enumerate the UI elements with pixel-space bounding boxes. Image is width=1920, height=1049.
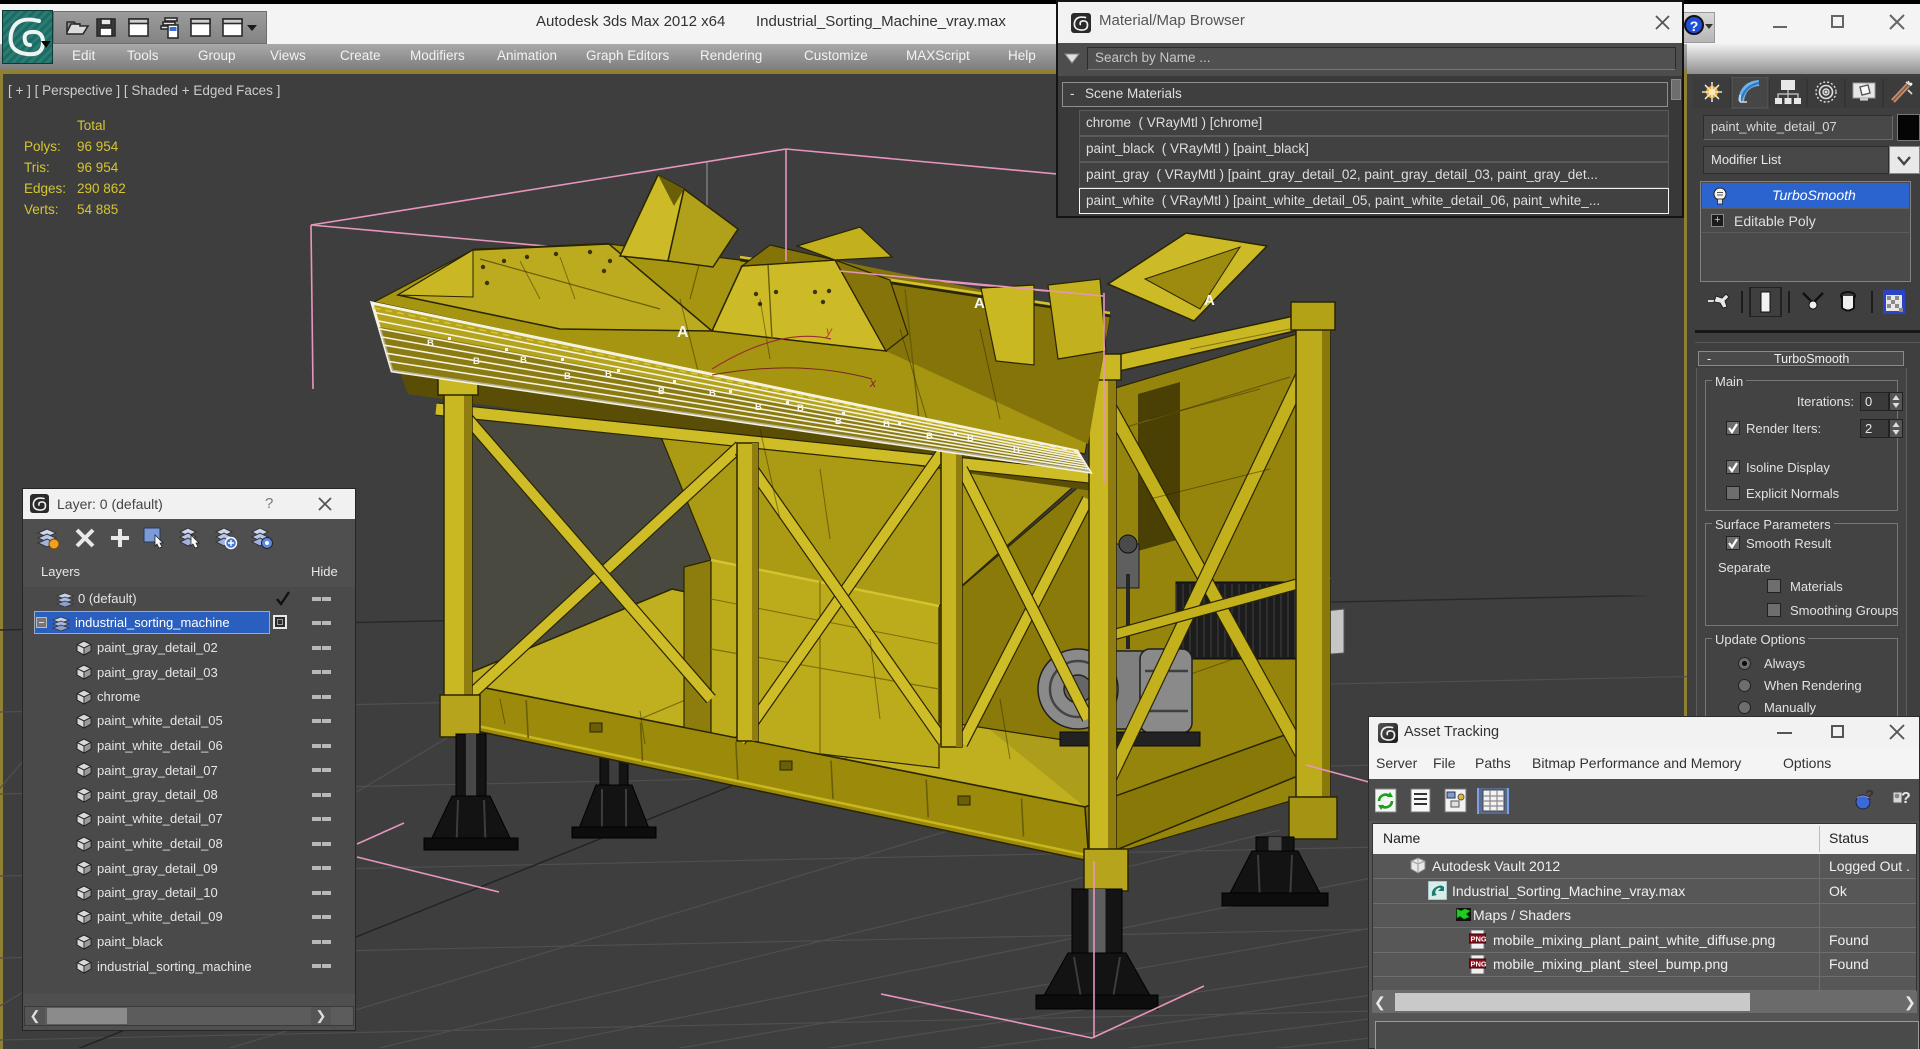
svg-text:B: B	[709, 388, 716, 399]
svg-text:B: B	[967, 433, 974, 444]
svg-text:B: B	[883, 419, 890, 430]
svg-text:A: A	[974, 295, 985, 312]
svg-text:B: B	[755, 402, 762, 413]
svg-text:B: B	[658, 386, 665, 397]
svg-text:B: B	[564, 371, 571, 382]
svg-text:x: x	[869, 376, 877, 390]
svg-text:B: B	[473, 356, 480, 367]
svg-text:y: y	[825, 324, 833, 338]
svg-text:PNG: PNG	[1471, 960, 1487, 969]
svg-text:A: A	[677, 324, 689, 341]
svg-text:B: B	[835, 416, 842, 427]
svg-text:B: B	[926, 431, 933, 442]
svg-text:A: A	[1204, 292, 1215, 309]
svg-text:B: B	[797, 403, 804, 414]
svg-text:PNG: PNG	[1471, 935, 1487, 944]
svg-text:?: ?	[1901, 790, 1911, 807]
svg-text:B: B	[520, 355, 527, 366]
svg-text:B: B	[1013, 445, 1020, 456]
svg-text:?: ?	[1865, 788, 1874, 804]
svg-text:B: B	[605, 369, 612, 380]
svg-text:B: B	[427, 338, 434, 349]
